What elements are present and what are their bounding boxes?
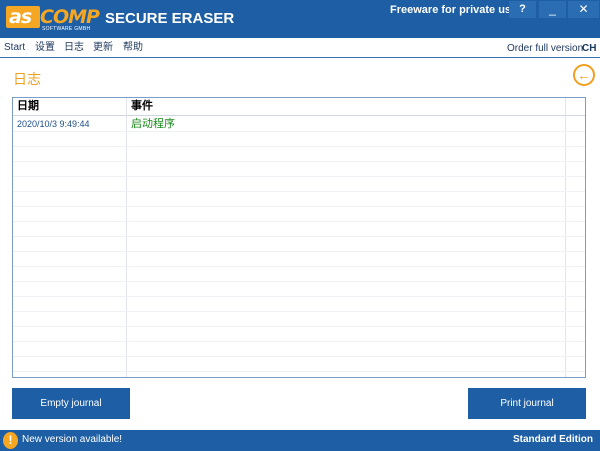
table-row	[13, 177, 585, 192]
menu-item-journal[interactable]: 日志	[64, 42, 84, 54]
language-selector[interactable]: CH	[582, 43, 596, 55]
menu-item-update[interactable]: 更新	[93, 42, 113, 54]
freeware-label: Freeware for private use	[390, 4, 518, 16]
back-arrow-icon[interactable]: ←	[573, 64, 595, 86]
logo-subtitle: SOFTWARE GMBH	[42, 26, 91, 32]
new-version-link[interactable]: New version available!	[22, 434, 122, 446]
close-button[interactable]: ✕	[568, 1, 599, 18]
table-row	[13, 282, 585, 297]
table-row	[13, 357, 585, 372]
column-header-date[interactable]: 日期	[17, 100, 39, 113]
app-title: SECURE ERASER	[105, 10, 235, 27]
table-row	[13, 237, 585, 252]
table-row	[13, 252, 585, 267]
table-row[interactable]: 2020/10/3 9:49:44 启动程序	[13, 117, 585, 132]
row-event: 启动程序	[131, 118, 175, 130]
menu-bar: Start 设置 日志 更新 帮助 Order full version CH	[0, 38, 600, 58]
logo-comp-text: COMP	[40, 6, 100, 28]
table-row	[13, 147, 585, 162]
journal-table[interactable]: 日期 事件 2020/10/3 9:49:44 启动程序	[12, 97, 586, 378]
minimize-button[interactable]: _	[539, 1, 566, 18]
empty-journal-button[interactable]: Empty journal	[12, 388, 130, 419]
logo-as-text: as	[9, 6, 32, 28]
menu-item-settings[interactable]: 设置	[35, 42, 55, 54]
status-bar: ! New version available! Standard Editio…	[0, 430, 600, 451]
table-row	[13, 297, 585, 312]
table-row	[13, 222, 585, 237]
table-row	[13, 162, 585, 177]
edition-label: Standard Edition	[513, 434, 593, 445]
title-bar: as COMP SOFTWARE GMBH SECURE ERASER Free…	[0, 0, 600, 38]
page-title: 日志	[13, 71, 41, 87]
table-row	[13, 342, 585, 357]
column-header-event[interactable]: 事件	[131, 100, 153, 113]
table-row	[13, 132, 585, 147]
warning-icon[interactable]: !	[3, 432, 18, 449]
row-date: 2020/10/3 9:49:44	[17, 119, 90, 129]
print-journal-button[interactable]: Print journal	[468, 388, 586, 419]
table-header: 日期 事件	[13, 98, 585, 116]
table-row	[13, 267, 585, 282]
table-row	[13, 192, 585, 207]
journal-page: 日志 ← 日期 事件 2020/10/3 9:49:44 启动程序 Empty …	[1, 59, 599, 430]
table-row	[13, 312, 585, 327]
menu-item-help[interactable]: 帮助	[123, 42, 143, 54]
help-button[interactable]: ?	[509, 1, 536, 18]
order-full-version-link[interactable]: Order full version	[507, 43, 583, 55]
table-row	[13, 327, 585, 342]
table-row	[13, 207, 585, 222]
menu-item-start[interactable]: Start	[4, 42, 25, 54]
